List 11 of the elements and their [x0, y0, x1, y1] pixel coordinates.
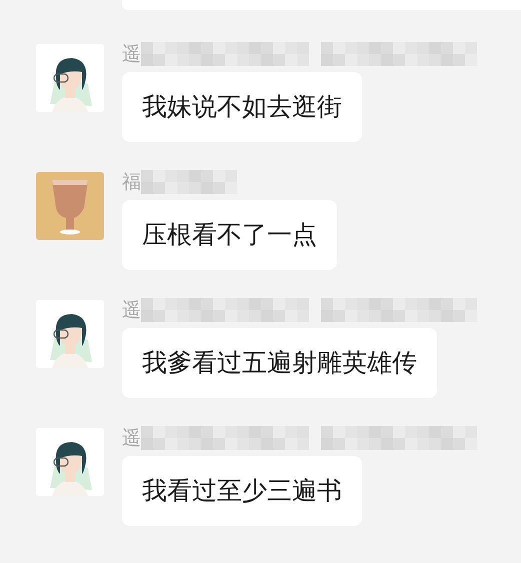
- sender-name: 遥: [122, 428, 141, 448]
- sender-name: 福: [122, 172, 141, 192]
- message-bubble: 我爹看过五遍射雕英雄传: [122, 328, 437, 398]
- message-bubble: 我妹说不如去逛街: [122, 72, 362, 142]
- sender-name: 遥: [122, 300, 141, 320]
- avatar-icon[interactable]: [36, 44, 104, 112]
- sender-name: 遥: [122, 44, 141, 64]
- message-bubble: 压根看不了一点: [122, 200, 337, 270]
- avatar-icon[interactable]: [36, 300, 104, 368]
- avatar-icon[interactable]: [36, 428, 104, 496]
- message-bubble: 我看过至少三遍书: [122, 456, 362, 526]
